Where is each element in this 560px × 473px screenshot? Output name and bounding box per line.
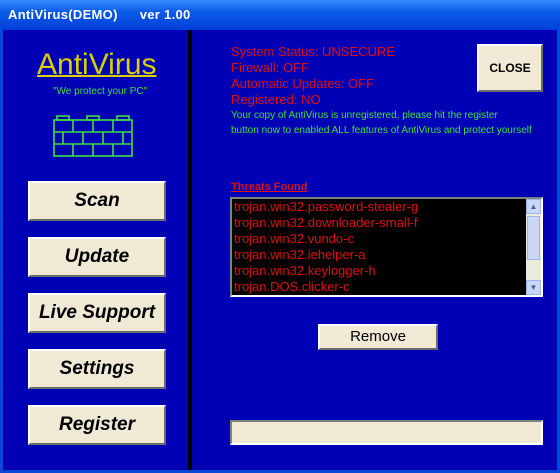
window-title: AntiVirus(DEMO) xyxy=(8,7,118,22)
scroll-down-icon[interactable]: ▼ xyxy=(526,280,541,295)
scan-progress-bar xyxy=(230,420,543,445)
threat-list-item[interactable]: trojan.win32.downloader-small-f xyxy=(232,215,541,231)
threat-list-item[interactable]: trojan.win32.password-stealer-g xyxy=(232,199,541,215)
register-button[interactable]: Register xyxy=(28,405,166,445)
tagline: "We protect your PC" xyxy=(53,86,148,97)
threat-list-item[interactable]: trojan.win32.keylogger-h xyxy=(232,263,541,279)
remove-button[interactable]: Remove xyxy=(318,324,438,350)
scroll-thumb[interactable] xyxy=(527,216,540,260)
register-notice-line1: Your copy of AntiVirus is unregistered, … xyxy=(231,110,498,121)
threats-label: Threats Found xyxy=(231,181,308,193)
threat-list-item[interactable]: trojan.DOS.clicker-c xyxy=(232,279,541,295)
title-bar[interactable]: AntiVirus(DEMO) ver 1.00 xyxy=(0,0,560,30)
threat-list-item[interactable]: trojan.win32.vundo-c xyxy=(232,231,541,247)
window-version: ver 1.00 xyxy=(139,7,191,22)
live-support-button[interactable]: Live Support xyxy=(28,293,166,333)
register-notice-line2: button now to enabled ALL features of An… xyxy=(231,125,532,136)
threat-list-item[interactable]: trojan.win32.iehelper-a xyxy=(232,247,541,263)
firewall-status: Firewall: OFF xyxy=(231,60,309,75)
app-window: AntiVirus(DEMO) ver 1.00 AntiVirus "We pr… xyxy=(0,0,560,473)
settings-button[interactable]: Settings xyxy=(28,349,166,389)
panel-divider xyxy=(188,30,192,470)
close-button[interactable]: CLOSE xyxy=(477,44,543,92)
scan-button[interactable]: Scan xyxy=(28,181,166,221)
system-status: System Status: UNSECURE xyxy=(231,44,395,59)
list-scrollbar[interactable]: ▲ ▼ xyxy=(526,199,541,295)
registered-status: Registered: NO xyxy=(231,92,321,107)
scroll-up-icon[interactable]: ▲ xyxy=(526,199,541,214)
threats-list[interactable]: trojan.win32.password-stealer-g trojan.wi… xyxy=(230,197,543,297)
threat-items: trojan.win32.password-stealer-g trojan.wi… xyxy=(232,199,541,295)
update-button[interactable]: Update xyxy=(28,237,166,277)
app-logo: AntiVirus xyxy=(37,48,157,81)
brick-wall-icon xyxy=(53,115,133,157)
auto-updates-status: Automatic Updates: OFF xyxy=(231,76,375,91)
